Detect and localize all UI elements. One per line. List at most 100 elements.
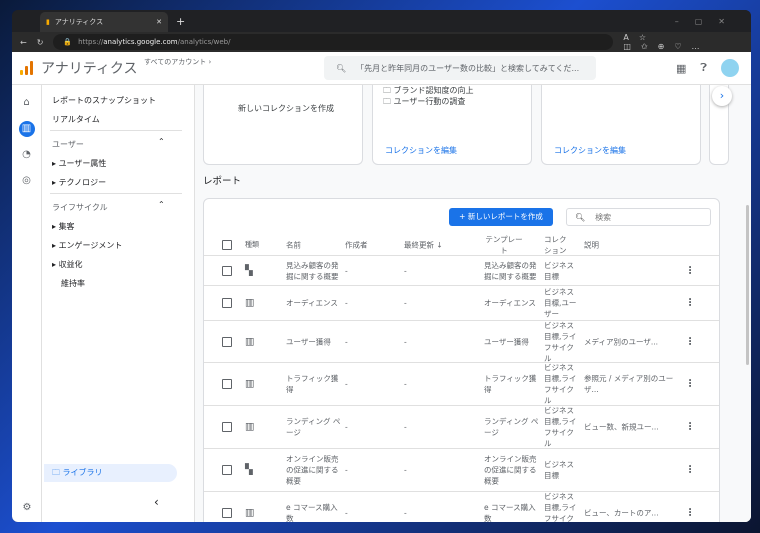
- more-vert-icon[interactable]: ⋮: [685, 298, 695, 309]
- sidebar-item-monetization[interactable]: ▸ 収益化: [52, 259, 83, 270]
- help-icon[interactable]: ❓︎: [700, 61, 707, 75]
- column-header-name[interactable]: 名前: [286, 239, 342, 250]
- report-name[interactable]: ユーザー獲得: [286, 336, 342, 347]
- more-vert-icon[interactable]: ⋮: [685, 508, 695, 519]
- column-header-description[interactable]: 説明: [584, 239, 684, 250]
- reports-icon[interactable]: ▥: [18, 121, 35, 137]
- report-updated: -: [404, 379, 407, 389]
- new-collection-label: 新しいコレクションを作成: [238, 104, 334, 113]
- apps-grid-icon[interactable]: ▦: [676, 62, 686, 75]
- column-header-type: 種類: [245, 240, 259, 248]
- more-vert-icon[interactable]: ⋮: [685, 379, 695, 390]
- close-tab-icon[interactable]: ✕: [156, 18, 162, 26]
- home-icon[interactable]: ⌂: [19, 95, 35, 111]
- sidebar-item-retention[interactable]: 維持率: [61, 278, 85, 289]
- report-creator: -: [345, 508, 348, 518]
- scrollbar[interactable]: [746, 205, 749, 365]
- new-tab-icon[interactable]: +: [176, 15, 185, 28]
- table-row[interactable]: ▥ オーディエンス - - オーディエンス ビジネス目標,ユーザー ⋮: [204, 286, 719, 321]
- row-checkbox[interactable]: [222, 336, 232, 347]
- toolbar-icons[interactable]: A☆ ◫✩⊕♡…: [623, 33, 743, 51]
- row-checkbox[interactable]: [222, 379, 232, 389]
- row-checkbox[interactable]: [222, 265, 232, 276]
- sidebar-section-lifecycle[interactable]: ライフサイクル: [52, 202, 108, 213]
- report-template: 見込み顧客の発掘に関する概要: [484, 260, 537, 281]
- report-template: トラフィック獲得: [484, 374, 537, 394]
- sidebar-item-label: テクノロジー: [58, 178, 107, 187]
- report-name[interactable]: オンライン販売の促進に関する概要: [286, 454, 342, 487]
- row-checkbox[interactable]: [222, 422, 232, 432]
- left-rail: ⌂ ▥ ◔ ◎ ⚙: [12, 85, 42, 522]
- overview-report-icon: ▚: [245, 265, 253, 276]
- column-header-updated[interactable]: 最終更新 ↓: [404, 239, 443, 250]
- avatar[interactable]: [721, 59, 739, 77]
- report-name[interactable]: オーディエンス: [286, 298, 342, 309]
- table-row[interactable]: ▚ オンライン販売の促進に関する概要 - - オンライン販売の促進に関する概要 …: [204, 449, 719, 492]
- sidebar-section-user[interactable]: ユーザー: [52, 139, 84, 150]
- explore-icon[interactable]: ◔: [19, 147, 35, 163]
- account-selector[interactable]: すべてのアカウント ›: [144, 57, 211, 67]
- next-arrow-button[interactable]: ›: [712, 86, 732, 106]
- lock-icon: 🔒: [63, 38, 73, 46]
- column-header-template[interactable]: テンプレート: [484, 234, 524, 256]
- more-vert-icon[interactable]: ⋮: [685, 465, 695, 476]
- report-creator: -: [345, 422, 348, 432]
- advertising-icon[interactable]: ◎: [19, 173, 35, 189]
- row-checkbox[interactable]: [222, 508, 232, 518]
- sidebar-item-realtime[interactable]: リアルタイム: [52, 114, 100, 125]
- url-prefix: https://: [78, 38, 104, 46]
- app-title: アナリティクス: [41, 61, 138, 77]
- sidebar-item-demographics[interactable]: ▸ ユーザー属性: [52, 158, 106, 169]
- sidebar-item-acquisition[interactable]: ▸ 集客: [52, 221, 75, 232]
- analytics-logo-icon: [20, 61, 33, 75]
- search-placeholder: 検索: [595, 212, 612, 222]
- table-header: 種類 名前 作成者 最終更新 ↓ テンプレート コレクション 説明: [204, 234, 719, 256]
- chevron-up-icon[interactable]: ⌃: [158, 137, 165, 146]
- table-row[interactable]: ▥ ユーザー獲得 - - ユーザー獲得 ビジネス目標,ライフサイクル メディア別…: [204, 321, 719, 363]
- detail-report-icon: ▥: [245, 421, 255, 433]
- report-name[interactable]: トラフィック獲得: [286, 373, 342, 395]
- back-icon[interactable]: ←: [20, 38, 27, 47]
- report-creator: -: [345, 298, 348, 308]
- settings-icon[interactable]: ⚙: [19, 500, 35, 516]
- report-name[interactable]: 見込み顧客の発掘に関する概要: [286, 260, 342, 282]
- sidebar-item-library[interactable]: 🗀 ライブラリ: [44, 464, 177, 482]
- collapse-sidebar-icon[interactable]: ‹: [154, 495, 159, 509]
- new-collection-card[interactable]: 新しいコレクションを作成: [203, 85, 363, 165]
- more-vert-icon[interactable]: ⋮: [685, 336, 695, 347]
- report-search-input[interactable]: 🔍︎ 検索: [566, 208, 711, 226]
- search-placeholder: 「先月と昨年同月のユーザー数の比較」と検索してみてくだ...: [356, 63, 580, 73]
- table-row[interactable]: ▚ 見込み顧客の発掘に関する概要 - - 見込み顧客の発掘に関する概要 ビジネス…: [204, 256, 719, 286]
- row-checkbox[interactable]: [222, 465, 232, 475]
- table-row[interactable]: ▥ トラフィック獲得 - - トラフィック獲得 ビジネス目標,ライフサイクル 参…: [204, 363, 719, 406]
- chevron-up-icon[interactable]: ⌃: [158, 200, 165, 209]
- sidebar-item-engagement[interactable]: ▸ エンゲージメント: [52, 240, 122, 251]
- report-creator: -: [345, 337, 348, 346]
- reports-table: + 新しいレポートを作成 🔍︎ 検索 種類 名前 作成者 最終更新 ↓ テンプレー…: [203, 198, 720, 522]
- select-all-checkbox[interactable]: [222, 239, 232, 250]
- overview-report-icon: ▚: [245, 464, 253, 476]
- browser-tab[interactable]: ▮ アナリティクス ✕: [40, 12, 168, 32]
- edit-collection-link[interactable]: コレクションを編集: [385, 145, 457, 156]
- column-header-creator[interactable]: 作成者: [345, 239, 368, 250]
- table-row[interactable]: ▥ ランディング ページ - - ランディング ページ ビジネス目標,ライフサイ…: [204, 406, 719, 449]
- sidebar-item-snapshot[interactable]: レポートのスナップショット: [52, 95, 156, 106]
- more-vert-icon[interactable]: ⋮: [685, 422, 695, 433]
- row-checkbox[interactable]: [222, 298, 232, 308]
- sidebar-item-tech[interactable]: ▸ テクノロジー: [52, 177, 106, 188]
- column-header-collection[interactable]: コレクション: [544, 234, 570, 256]
- more-vert-icon[interactable]: ⋮: [685, 265, 695, 276]
- report-updated: -: [404, 337, 407, 346]
- edit-collection-link[interactable]: コレクションを編集: [554, 145, 626, 156]
- report-template: オーディエンス: [484, 298, 536, 308]
- search-icon: 🔍︎: [336, 63, 347, 73]
- table-row[interactable]: ▥ e コマース購入数 - - e コマース購入数 ビジネス目標,ライフサイクル…: [204, 492, 719, 522]
- report-template: ランディング ページ: [484, 417, 539, 437]
- reload-icon[interactable]: ↻: [37, 38, 44, 47]
- global-search[interactable]: 🔍︎ 「先月と昨年同月のユーザー数の比較」と検索してみてくだ...: [324, 56, 596, 80]
- url-field[interactable]: 🔒 https://analytics.google.com/analytics/…: [53, 34, 614, 50]
- window-controls[interactable]: –▢✕: [675, 17, 741, 26]
- create-report-button[interactable]: + 新しいレポートを作成: [449, 208, 553, 226]
- report-name[interactable]: ランディング ページ: [286, 416, 342, 438]
- report-name[interactable]: e コマース購入数: [286, 502, 342, 522]
